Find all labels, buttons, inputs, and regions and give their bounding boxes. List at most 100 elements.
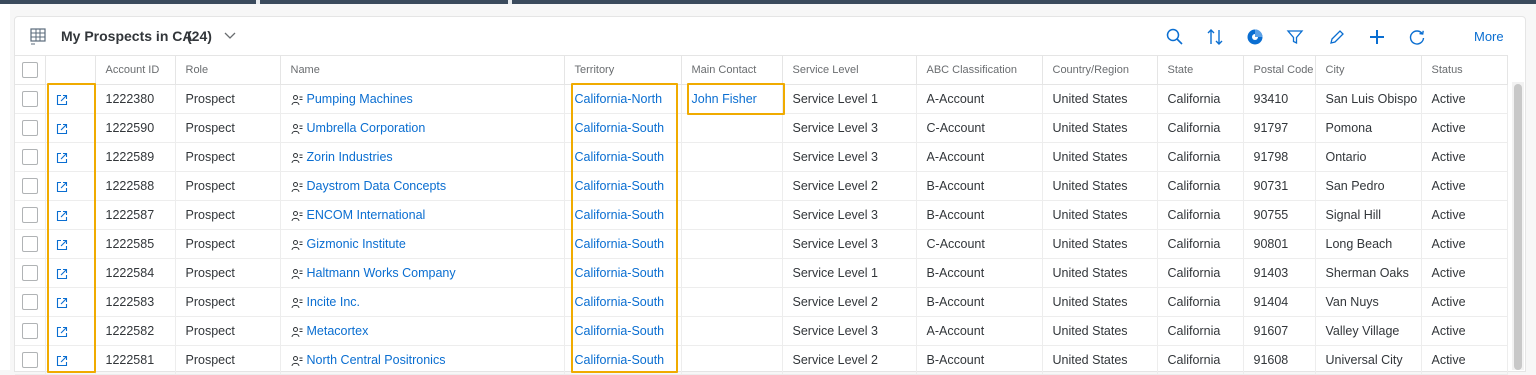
cell-territory[interactable]: California-South	[564, 345, 682, 375]
select-all-checkbox[interactable]	[21, 62, 38, 78]
cell-territory-value[interactable]: California-South	[575, 179, 665, 193]
column-header-main-contact[interactable]: Main Contact	[681, 55, 783, 85]
column-header-state[interactable]: State	[1157, 55, 1244, 85]
cell-territory-value[interactable]: California-South	[575, 208, 665, 222]
cell-territory-value[interactable]: California-South	[575, 237, 665, 251]
more-button[interactable]: More	[1474, 29, 1504, 44]
cell-main-contact[interactable]	[681, 345, 783, 375]
row-checkbox[interactable]	[21, 120, 38, 136]
cell-main-contact-value[interactable]: John Fisher	[692, 92, 757, 106]
row-open-cell[interactable]	[45, 142, 96, 172]
search-icon[interactable]	[1165, 27, 1185, 47]
row-checkbox[interactable]	[21, 207, 38, 223]
table-row[interactable]: 1222583 Prospect Incite Inc. California-Sou…	[15, 287, 1508, 317]
row-open-cell[interactable]	[45, 113, 96, 143]
account-name-link[interactable]: Haltmann Works Company	[307, 266, 456, 280]
cell-main-contact[interactable]	[681, 142, 783, 172]
cell-main-contact[interactable]	[681, 287, 783, 317]
cell-territory[interactable]: California-South	[564, 171, 682, 201]
table-row[interactable]: 1222380 Prospect Pumping Machines Californi…	[15, 84, 1508, 114]
cell-territory-value[interactable]: California-South	[575, 353, 665, 367]
cell-territory[interactable]: California-South	[564, 229, 682, 259]
cell-territory[interactable]: California-South	[564, 287, 682, 317]
cell-name[interactable]: Umbrella Corporation	[280, 113, 565, 143]
cell-name[interactable]: Metacortex	[280, 316, 565, 346]
open-in-new-icon[interactable]	[56, 94, 68, 106]
cell-territory-value[interactable]: California-South	[575, 121, 665, 135]
cell-territory[interactable]: California-South	[564, 200, 682, 230]
row-select-cell[interactable]	[15, 229, 46, 259]
cell-main-contact[interactable]	[681, 258, 783, 288]
row-select-cell[interactable]	[15, 345, 46, 375]
account-name-link[interactable]: Metacortex	[307, 324, 369, 338]
vertical-scrollbar-thumb[interactable]	[1514, 84, 1522, 370]
account-name-link[interactable]: Gizmonic Institute	[307, 237, 406, 251]
cell-main-contact[interactable]: John Fisher	[681, 84, 783, 114]
cell-territory[interactable]: California-South	[564, 142, 682, 172]
table-row[interactable]: 1222587 Prospect ENCOM International Califo…	[15, 200, 1508, 230]
cell-name[interactable]: Haltmann Works Company	[280, 258, 565, 288]
table-grid-icon[interactable]	[29, 27, 49, 45]
row-open-cell[interactable]	[45, 229, 96, 259]
column-header-country-region[interactable]: Country/Region	[1042, 55, 1158, 85]
column-header-account-id[interactable]: Account ID	[95, 55, 176, 85]
account-name-link[interactable]: ENCOM International	[307, 208, 426, 222]
account-name-link[interactable]: North Central Positronics	[307, 353, 446, 367]
row-checkbox[interactable]	[21, 352, 38, 368]
table-row[interactable]: 1222584 Prospect Haltmann Works Company Cal…	[15, 258, 1508, 288]
open-in-new-icon[interactable]	[56, 181, 68, 193]
account-name-link[interactable]: Umbrella Corporation	[307, 121, 426, 135]
column-header-status[interactable]: Status	[1421, 55, 1508, 85]
open-in-new-icon[interactable]	[56, 326, 68, 338]
cell-territory[interactable]: California-South	[564, 113, 682, 143]
cell-name[interactable]: North Central Positronics	[280, 345, 565, 375]
row-checkbox[interactable]	[21, 149, 38, 165]
account-name-link[interactable]: Incite Inc.	[307, 295, 361, 309]
cell-name[interactable]: Incite Inc.	[280, 287, 565, 317]
open-in-new-icon[interactable]	[56, 123, 68, 135]
row-checkbox[interactable]	[21, 91, 38, 107]
column-header-city[interactable]: City	[1315, 55, 1422, 85]
cell-territory-value[interactable]: California-South	[575, 295, 665, 309]
cell-territory[interactable]: California-South	[564, 316, 682, 346]
refresh-icon[interactable]	[1407, 27, 1427, 47]
row-select-cell[interactable]	[15, 142, 46, 172]
row-open-cell[interactable]	[45, 287, 96, 317]
row-select-cell[interactable]	[15, 258, 46, 288]
account-name-link[interactable]: Daystrom Data Concepts	[307, 179, 447, 193]
row-open-cell[interactable]	[45, 316, 96, 346]
row-select-cell[interactable]	[15, 113, 46, 143]
column-header-abc-classification[interactable]: ABC Classification	[916, 55, 1043, 85]
select-all-header[interactable]	[15, 55, 46, 85]
table-row[interactable]: 1222589 Prospect Zorin Industries Californi…	[15, 142, 1508, 172]
cell-territory[interactable]: California-South	[564, 258, 682, 288]
row-checkbox[interactable]	[21, 236, 38, 252]
row-open-cell[interactable]	[45, 258, 96, 288]
cell-territory-value[interactable]: California-North	[575, 92, 663, 106]
open-in-new-icon[interactable]	[56, 268, 68, 280]
column-header-service-level[interactable]: Service Level	[782, 55, 917, 85]
row-checkbox[interactable]	[21, 323, 38, 339]
cell-territory-value[interactable]: California-South	[575, 266, 665, 280]
open-in-new-icon[interactable]	[56, 210, 68, 222]
table-row[interactable]: 1222585 Prospect Gizmonic Institute Califor…	[15, 229, 1508, 259]
add-icon[interactable]	[1367, 27, 1387, 47]
column-header-territory[interactable]: Territory	[564, 55, 682, 85]
cell-name[interactable]: Daystrom Data Concepts	[280, 171, 565, 201]
chevron-down-icon[interactable]	[223, 28, 237, 42]
cell-name[interactable]: Gizmonic Institute	[280, 229, 565, 259]
cell-main-contact[interactable]	[681, 200, 783, 230]
row-select-cell[interactable]	[15, 171, 46, 201]
cell-main-contact[interactable]	[681, 171, 783, 201]
chart-icon[interactable]	[1245, 27, 1265, 47]
sort-icon[interactable]	[1205, 27, 1225, 47]
row-open-cell[interactable]	[45, 345, 96, 375]
table-row[interactable]: 1222588 Prospect Daystrom Data Concepts Cal…	[15, 171, 1508, 201]
row-open-cell[interactable]	[45, 200, 96, 230]
row-checkbox[interactable]	[21, 294, 38, 310]
cell-territory[interactable]: California-North	[564, 84, 682, 114]
account-name-link[interactable]: Zorin Industries	[307, 150, 393, 164]
account-name-link[interactable]: Pumping Machines	[307, 92, 413, 106]
cell-name[interactable]: ENCOM International	[280, 200, 565, 230]
edit-icon[interactable]	[1327, 27, 1347, 47]
